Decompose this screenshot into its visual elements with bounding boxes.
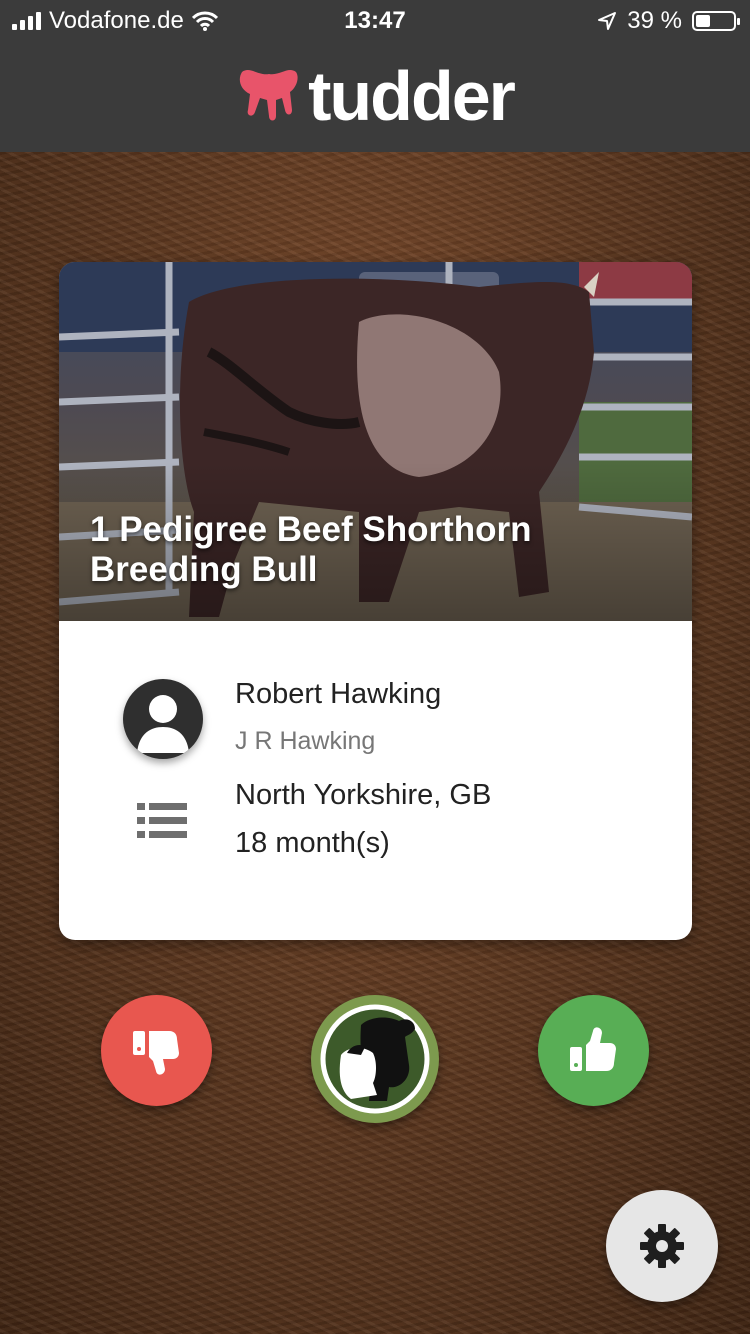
listing-card[interactable]: 1 Pedigree Beef Shorthorn Breeding Bull … xyxy=(59,262,692,940)
status-bar: Vodafone.de 13:47 39 % xyxy=(0,0,750,40)
herd-button[interactable] xyxy=(311,995,439,1123)
udder-logo-icon xyxy=(239,70,298,121)
battery-percent: 39 % xyxy=(627,7,682,34)
listing-location: North Yorkshire, GB xyxy=(235,779,492,811)
owner-name: Robert Hawking xyxy=(235,678,442,710)
app-logo: tudder xyxy=(236,57,516,135)
list-icon xyxy=(137,803,187,838)
user-avatar-icon[interactable] xyxy=(123,679,203,759)
owner-company: J R Hawking xyxy=(235,727,376,755)
listing-photo: 1 Pedigree Beef Shorthorn Breeding Bull xyxy=(59,262,692,621)
listing-info: Robert Hawking J R Hawking North Yorkshi… xyxy=(59,621,692,940)
settings-button[interactable] xyxy=(606,1190,718,1302)
listing-age: 18 month(s) xyxy=(235,827,390,859)
like-button[interactable] xyxy=(538,995,649,1106)
battery-icon xyxy=(692,11,740,31)
listing-title: 1 Pedigree Beef Shorthorn Breeding Bull xyxy=(90,510,532,589)
cow-icon xyxy=(320,1004,430,1114)
thumbs-down-icon xyxy=(132,1030,179,1075)
location-arrow-icon xyxy=(598,12,617,30)
app-header: tudder xyxy=(0,40,750,152)
dislike-button[interactable] xyxy=(101,995,212,1106)
gear-icon xyxy=(640,1224,684,1268)
thumbs-up-icon xyxy=(569,1026,616,1071)
app-name: tudder xyxy=(308,57,516,135)
